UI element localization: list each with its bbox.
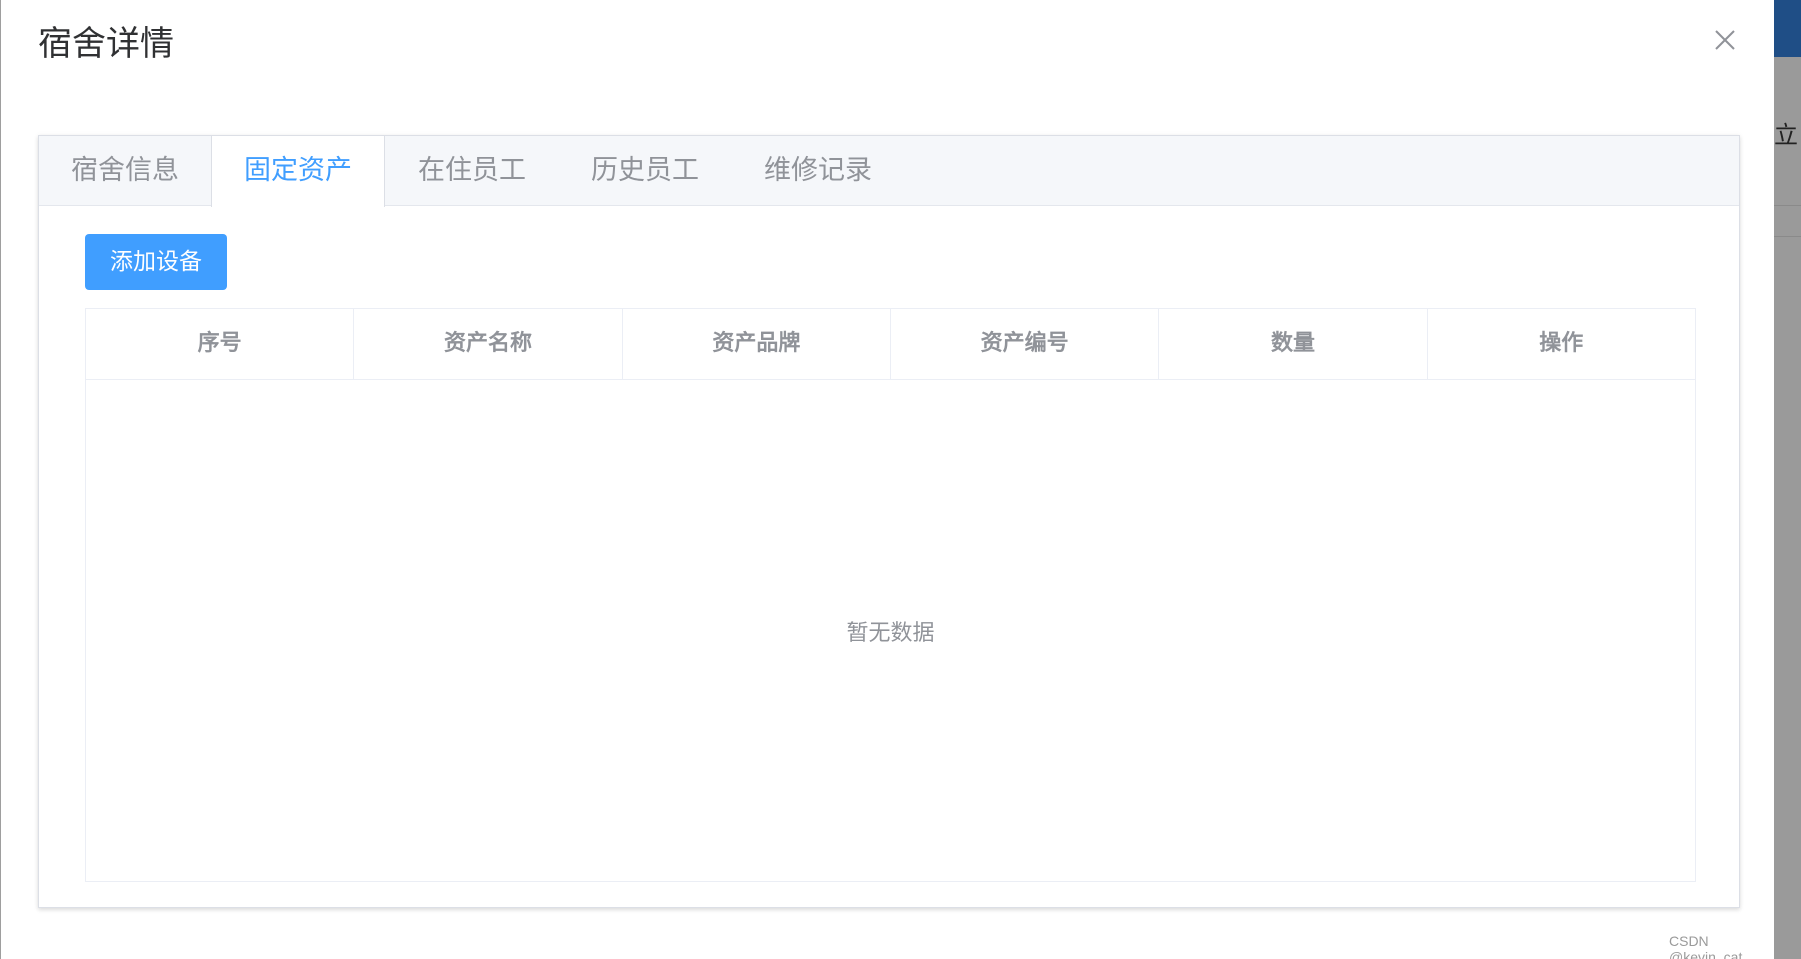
background-partial-text: 立 — [1774, 121, 1798, 149]
column-header-asset-name[interactable]: 资产名称 — [354, 309, 623, 379]
column-header-actions[interactable]: 操作 — [1428, 309, 1695, 379]
background-divider — [1774, 236, 1801, 237]
table-header: 序号 资产名称 资产品牌 资产编号 数量 操作 — [86, 309, 1695, 380]
dialog-title: 宿舍详情 — [38, 24, 174, 64]
tab-repair-records[interactable]: 维修记录 — [731, 136, 905, 206]
background-divider — [1774, 205, 1801, 206]
tabs-card: 宿舍信息 固定资产 在住员工 历史员工 维修记录 添加设备 序号 资产名称 资产… — [38, 135, 1740, 908]
empty-state: 暂无数据 — [86, 380, 1695, 881]
add-device-button[interactable]: 添加设备 — [85, 234, 227, 290]
tabs-header: 宿舍信息 固定资产 在住员工 历史员工 维修记录 — [39, 136, 1739, 207]
assets-table: 序号 资产名称 资产品牌 资产编号 数量 操作 暂无数据 — [85, 308, 1696, 882]
tab-fixed-assets[interactable]: 固定资产 — [211, 136, 385, 207]
empty-text: 暂无数据 — [846, 620, 935, 646]
column-header-asset-number[interactable]: 资产编号 — [891, 309, 1160, 379]
background-header — [1774, 0, 1801, 57]
close-button[interactable] — [1713, 28, 1737, 52]
tab-dorm-info[interactable]: 宿舍信息 — [39, 136, 211, 206]
tab-current-staff[interactable]: 在住员工 — [385, 136, 559, 206]
background-app: 立 — [1774, 0, 1801, 959]
column-header-quantity[interactable]: 数量 — [1159, 309, 1428, 379]
dorm-detail-dialog: 宿舍详情 宿舍信息 固定资产 在住员工 历史员工 维修记录 添加设备 序号 资产… — [0, 0, 1774, 959]
column-header-asset-brand[interactable]: 资产品牌 — [623, 309, 891, 379]
tab-past-staff[interactable]: 历史员工 — [559, 136, 731, 206]
column-header-index[interactable]: 序号 — [86, 309, 355, 379]
watermark: CSDN @kevin_cat — [1669, 933, 1743, 959]
close-icon — [1715, 30, 1735, 50]
